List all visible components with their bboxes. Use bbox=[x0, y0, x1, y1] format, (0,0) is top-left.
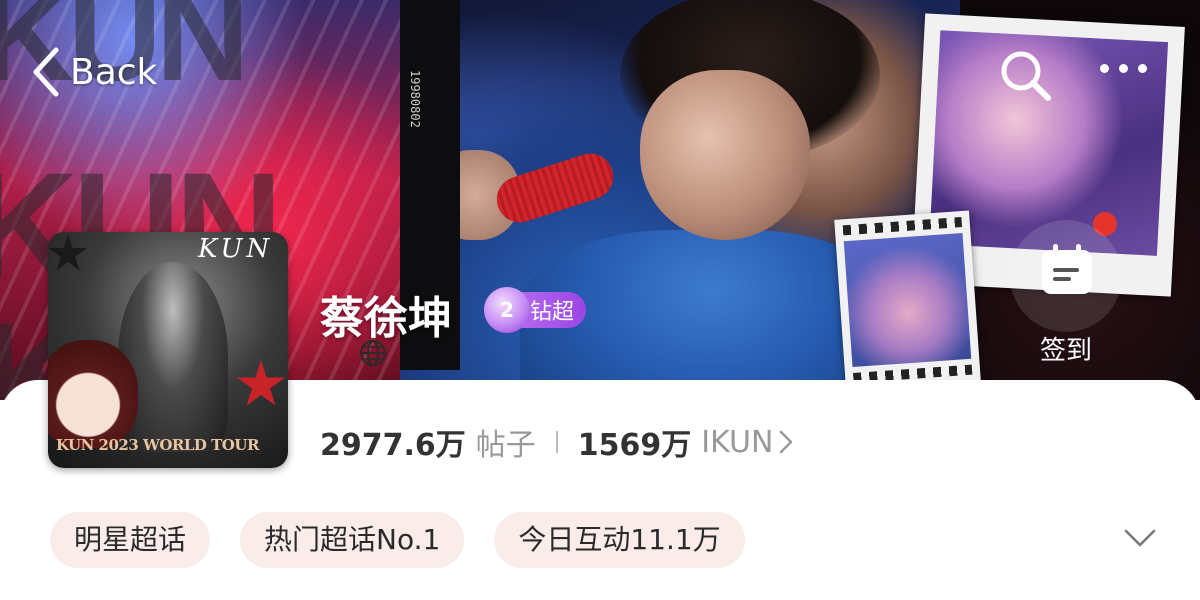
chevron-left-icon bbox=[33, 47, 59, 97]
topic-title: 蔡徐坤 bbox=[320, 293, 452, 344]
avatar-logo: KUN bbox=[198, 234, 274, 264]
fans-count: 1569万 bbox=[577, 428, 692, 463]
singer-face bbox=[640, 70, 810, 240]
level-label: 钻超 bbox=[530, 300, 575, 325]
signin-button[interactable]: 签到 bbox=[1010, 220, 1122, 370]
star-decoration bbox=[48, 234, 88, 271]
tag-star-topic[interactable]: 明星超话 bbox=[50, 512, 211, 568]
avatar-caption: KUN 2023 WORLD TOUR bbox=[56, 436, 259, 454]
star-decoration bbox=[237, 360, 285, 406]
polaroid-photo-small bbox=[834, 210, 981, 390]
topic-tags: 明星超话 热门超话No.1 今日互动11.1万 bbox=[50, 512, 745, 568]
avatar-figure bbox=[118, 262, 228, 452]
stats-divider bbox=[555, 431, 558, 453]
chevron-right-icon bbox=[780, 430, 793, 454]
tag-daily-interactions[interactable]: 今日互动11.1万 bbox=[494, 512, 745, 568]
film-strip-label: 19980802 bbox=[408, 70, 422, 128]
fans-label: IKUN bbox=[701, 424, 774, 460]
signin-label: 签到 bbox=[1039, 336, 1092, 366]
diamond-icon: 2 bbox=[484, 287, 530, 333]
globe-icon bbox=[358, 338, 388, 372]
search-icon[interactable] bbox=[998, 48, 1054, 108]
topic-stats: 2977.6万 帖子 1569万 IKUN bbox=[320, 420, 794, 464]
posts-label: 帖子 bbox=[475, 428, 536, 463]
chibi-sticker bbox=[48, 340, 138, 448]
fans-link[interactable]: 1569万 IKUN bbox=[578, 420, 794, 464]
back-label: Back bbox=[70, 51, 158, 93]
calendar-icon bbox=[1042, 244, 1092, 294]
level-badge[interactable]: 2 钻超 bbox=[484, 287, 587, 333]
level-number: 2 bbox=[500, 298, 514, 322]
topic-avatar[interactable]: KUN KUN 2023 WORLD TOUR bbox=[48, 232, 288, 468]
more-icon[interactable] bbox=[1100, 64, 1147, 73]
posts-count: 2977.6万 bbox=[320, 428, 466, 463]
tag-hot-rank[interactable]: 热门超话No.1 bbox=[240, 512, 465, 568]
chevron-down-icon[interactable] bbox=[1124, 528, 1156, 552]
back-button[interactable]: Back bbox=[32, 44, 157, 100]
